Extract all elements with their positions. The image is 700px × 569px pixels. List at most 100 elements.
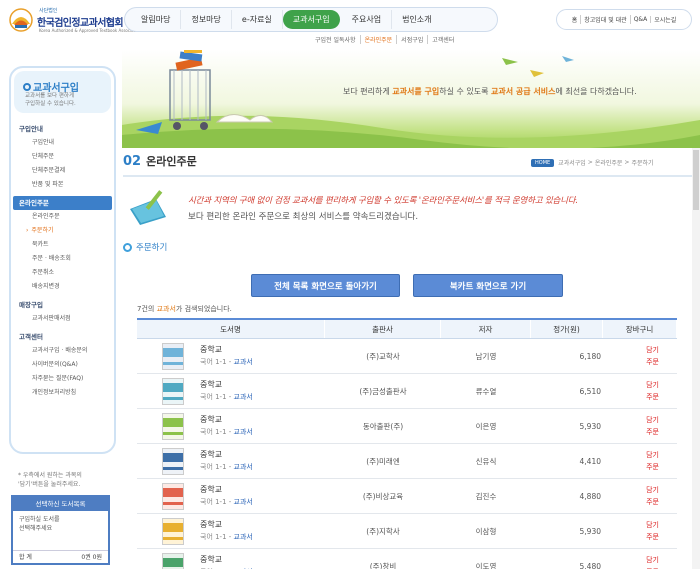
order-button[interactable]: 주문 [646,496,659,508]
cover-band [163,396,183,400]
intro-text-2: 보다 편리한 온라인 주문으로 최상의 서비스를 약속드리겠습니다. [188,212,419,222]
sidebar-item[interactable]: 교과서구입 · 배송문의 [11,344,114,358]
sidebar-item[interactable]: 사이버문의(Q&A) [11,358,114,372]
subnav-item[interactable]: 구입전 일독사항 [311,35,361,44]
selected-books-empty: 구입하실 도서를 선택해주세요 [19,516,60,532]
sidebar-item[interactable]: 교과서판매서점 [11,312,114,326]
sidebar-header: 교과서구입 교과서를 보다 편하게 구입하실 수 있습니다. [14,71,111,113]
breadcrumb-home[interactable]: HOME [531,158,555,167]
book-type-link[interactable]: 교과서 [234,463,253,471]
book-type-link[interactable]: 교과서 [234,533,253,541]
cart-actions: 담기주문 [603,484,677,508]
sidebar-group[interactable]: 매장구입 [11,298,114,312]
sidebar-item[interactable]: 단체주문 [11,150,114,164]
book-subject-name: 국어 1-1 [200,428,227,436]
sidebar-item[interactable]: 주문 · 배송조회 [11,252,114,266]
cover-band [163,536,183,540]
sidebar-item[interactable]: 단체주문결제 [11,164,114,178]
sidebar-group[interactable]: 온라인주문 [13,196,112,210]
subnav-item[interactable]: 고객센터 [428,35,458,44]
gnb-item[interactable]: e-자료실 [232,10,283,29]
sidebar-item[interactable]: 북카트 [11,238,114,252]
cover-band [163,431,183,435]
col-cart: 장바구니 [603,320,677,338]
publisher-cell: (주)비상교육 [362,491,404,501]
sidebar-group[interactable]: 고객센터 [11,330,114,344]
breadcrumb-item[interactable]: 온라인주문 [595,158,623,167]
gnb-item[interactable]: 정보마당 [181,10,232,29]
book-subject: 국어 1-1 - 교과서 [200,391,253,403]
book-cover-thumbnail[interactable] [162,447,184,475]
order-button[interactable]: 주문 [646,426,659,438]
sidebar-group[interactable]: 구입안내 [11,122,114,136]
book-type-link[interactable]: 교과서 [234,498,253,506]
sidebar-item[interactable]: 구입안내 [11,136,114,150]
util-link[interactable]: Q&A [631,16,652,23]
site-logo[interactable]: 사단법인 한국검인정교과서협회 Korea Authorized & Appro… [8,6,141,38]
table-row: 중학교 국어 1-1 - 교과서 (주)미래엔 신유식 4,410 담기 주문 [137,444,677,479]
sidebar-item[interactable]: 배송지변경 [11,280,114,294]
book-info: 중학교국어 1-1 - 교과서 [200,379,253,403]
scrollbar[interactable] [692,148,700,569]
gnb-item[interactable]: 주요사업 [342,10,393,29]
util-link[interactable]: 오시는길 [651,15,679,24]
order-button[interactable]: 주문 [646,391,659,403]
cover-band [163,417,183,427]
add-to-cart-button[interactable]: 담기 [646,484,659,496]
add-to-cart-button[interactable]: 담기 [646,379,659,391]
add-to-cart-button[interactable]: 담기 [646,414,659,426]
pen-board-icon [130,190,166,225]
cart-actions-cell: 담기주문 [603,479,677,513]
sidebar-item[interactable]: 온라인주문 [11,210,114,224]
table-row: 중학교 국어 1-1 - 교과서 동아출판(주) 이은영 5,930 담기 주문 [137,409,677,444]
price-cell: 4,410 [579,456,601,466]
gnb-item[interactable]: 교과서구입 [282,10,340,29]
intro-text-1: 시간과 지역의 구애 없이 검정 교과서를 편리하게 구입할 수 있도록 '온라… [188,196,578,206]
book-subject: 국어 1-1 - 교과서 [200,531,253,543]
author-cell: 이삼형 [475,526,497,536]
cart-actions-cell: 담기주문 [603,444,677,478]
breadcrumb-item[interactable]: 교과서구입 [558,158,586,167]
visual-text: 보다 편리하게 교과서를 구입하실 수 있도록 교과서 공급 서비스에 최선을 … [343,87,637,96]
book-info: 중학교국어 1-1 - 교과서 [200,484,253,508]
cover-band [163,452,183,462]
order-button[interactable]: 주문 [646,461,659,473]
subnav-item[interactable]: 온라인주문 [361,35,398,44]
book-cover-thumbnail[interactable] [162,377,184,405]
book-cover-thumbnail[interactable] [162,482,184,510]
order-button[interactable]: 주문 [646,356,659,368]
add-to-cart-button[interactable]: 담기 [646,519,659,531]
sidebar-item[interactable]: 주문하기 [11,224,114,238]
book-type-link[interactable]: 교과서 [234,358,253,366]
add-to-cart-button[interactable]: 담기 [646,344,659,356]
add-to-cart-button[interactable]: 담기 [646,449,659,461]
add-to-cart-button[interactable]: 담기 [646,554,659,566]
back-to-list-button[interactable]: 전체 목록 화면으로 돌아가기 [251,274,400,297]
sidebar-item[interactable]: 반품 및 파본 [11,178,114,192]
book-cover-thumbnail[interactable] [162,342,184,370]
logo-small-text: 사단법인 [39,8,58,14]
book-type-link[interactable]: 교과서 [234,393,253,401]
go-to-bookcart-button[interactable]: 북카트 화면으로 가기 [413,274,563,297]
book-level: 중학교 [200,555,223,564]
price-cell: 5,930 [579,421,601,431]
logo-eng: Korea Authorized & Approved Textbook Ass… [39,28,142,33]
subject-separator: - [226,358,234,366]
book-level: 중학교 [200,485,223,494]
sidebar-item[interactable]: 개인정보처리방침 [11,386,114,400]
book-cover-thumbnail[interactable] [162,412,184,440]
util-link[interactable]: 창고임대 및 대관 [581,15,631,24]
gnb-item[interactable]: 알림마당 [131,10,182,29]
book-cover-thumbnail[interactable] [162,552,184,569]
util-link[interactable]: 홈 [569,15,582,24]
cart-actions: 담기주문 [603,519,677,543]
book-level: 중학교 [200,520,223,529]
order-button[interactable]: 주문 [646,531,659,543]
subnav-item[interactable]: 서점구입 [397,35,429,44]
gnb-item[interactable]: 법인소개 [392,10,441,29]
sidebar-item[interactable]: 주문취소 [11,266,114,280]
book-type-link[interactable]: 교과서 [234,428,253,436]
table-body: 중학교 국어 1-1 - 교과서 (주)교학사 남기영 6,180 담기 주문 중학교 국어 1… [137,339,677,569]
book-cover-thumbnail[interactable] [162,517,184,545]
sidebar-item[interactable]: 자주묻는 질문(FAQ) [11,372,114,386]
